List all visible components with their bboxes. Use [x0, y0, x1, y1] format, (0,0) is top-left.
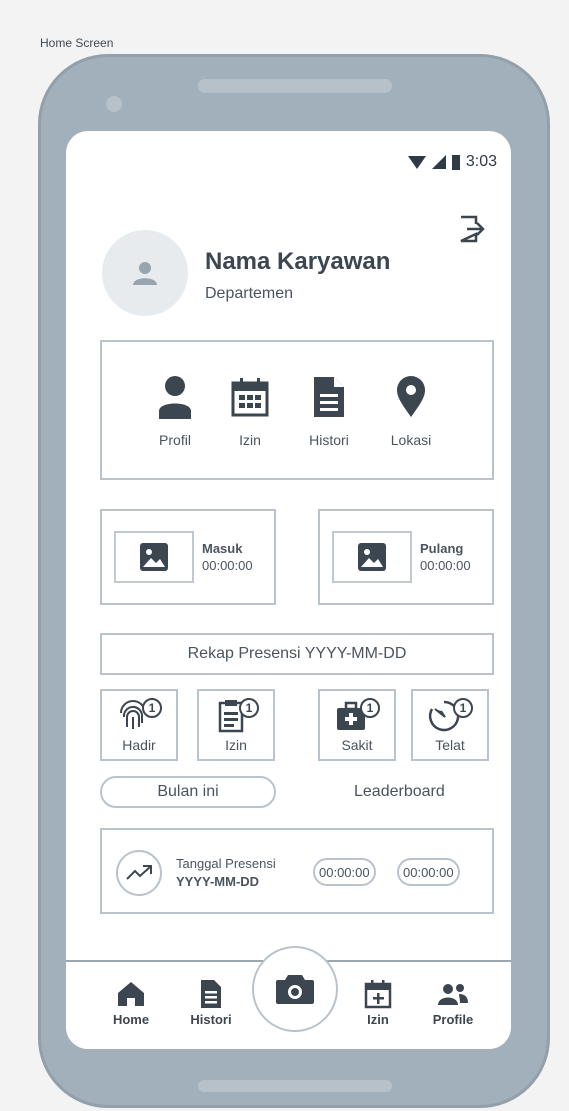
presensi-time-in: 00:00:00 — [313, 858, 376, 886]
front-camera — [106, 96, 122, 112]
wifi-icon — [407, 155, 426, 169]
nav-profile[interactable]: Profile — [418, 976, 488, 1027]
employee-name: Nama Karyawan — [205, 248, 391, 275]
presensi-title: Tanggal Presensi — [176, 856, 276, 871]
location-pin-icon — [397, 376, 425, 417]
masuk-card[interactable]: Masuk 00:00:00 — [100, 509, 276, 605]
nav-label: Histori — [190, 1012, 232, 1027]
nav-label: Home — [112, 1012, 150, 1027]
page-caption: Home Screen — [40, 36, 114, 50]
menu-profil[interactable]: Profil — [140, 372, 210, 448]
presensi-row[interactable]: Tanggal Presensi YYYY-MM-DD 00:00:00 00:… — [100, 828, 494, 914]
count-badge: 1 — [142, 698, 162, 718]
count-badge: 1 — [239, 698, 259, 718]
masuk-label: Masuk — [202, 541, 243, 556]
employee-department: Departemen — [205, 285, 294, 302]
image-icon — [140, 543, 168, 571]
status-bar: 3:03 — [407, 153, 497, 171]
masuk-photo — [114, 531, 194, 583]
pulang-label: Pulang — [420, 541, 464, 556]
app-screen: 3:03 Nama Karyawan Departemen Profil Izi… — [66, 131, 511, 1049]
pulang-photo — [332, 531, 412, 583]
presensi-time-out: 00:00:00 — [397, 858, 460, 886]
quick-menu: Profil Izin Histori Lokasi — [100, 340, 494, 480]
stat-hadir[interactable]: 1 Hadir — [100, 689, 178, 761]
count-badge: 1 — [453, 698, 473, 718]
home-icon — [118, 982, 144, 1006]
pulang-time: 00:00:00 — [420, 558, 471, 573]
pulang-card[interactable]: Pulang 00:00:00 — [318, 509, 494, 605]
nav-histori[interactable]: Histori — [176, 976, 246, 1027]
document-icon — [201, 980, 221, 1008]
person-icon — [159, 376, 191, 419]
calendar-add-icon — [364, 980, 392, 1009]
calendar-icon — [231, 378, 269, 417]
count-badge: 1 — [360, 698, 380, 718]
stat-label: Telat — [435, 737, 465, 753]
menu-histori[interactable]: Histori — [294, 372, 364, 448]
menu-label: Histori — [309, 432, 349, 448]
home-indicator — [198, 1080, 392, 1092]
stat-label: Hadir — [122, 737, 156, 753]
menu-label: Profil — [159, 432, 191, 448]
menu-izin[interactable]: Izin — [215, 372, 285, 448]
nav-label: Izin — [367, 1012, 389, 1027]
user-icon — [133, 262, 157, 285]
status-time: 3:03 — [465, 153, 497, 170]
avatar — [102, 230, 188, 316]
nav-izin[interactable]: Izin — [343, 976, 413, 1027]
stat-izin[interactable]: 1 Izin — [197, 689, 275, 761]
signal-icon — [431, 155, 446, 169]
menu-label: Izin — [239, 432, 261, 448]
tab-leaderboard[interactable]: Leaderboard — [354, 783, 445, 801]
stat-sakit[interactable]: 1 Sakit — [318, 689, 396, 761]
logout-icon[interactable] — [458, 213, 486, 245]
rekap-header: Rekap Presensi YYYY-MM-DD — [100, 633, 494, 675]
masuk-time: 00:00:00 — [202, 558, 253, 573]
stat-telat[interactable]: 1 Telat — [411, 689, 489, 761]
speaker-grille — [198, 79, 392, 93]
camera-icon — [276, 975, 314, 1004]
nav-home[interactable]: Home — [96, 976, 166, 1027]
menu-label: Lokasi — [390, 432, 432, 448]
trending-up-icon — [126, 865, 152, 880]
camera-button[interactable] — [252, 946, 338, 1032]
trend-circle — [116, 850, 162, 896]
nav-label: Profile — [432, 1012, 474, 1027]
tab-bulan-ini[interactable]: Bulan ini — [100, 776, 276, 808]
battery-icon — [451, 154, 460, 170]
menu-lokasi[interactable]: Lokasi — [376, 372, 446, 448]
stat-label: Izin — [225, 737, 247, 753]
image-icon — [358, 543, 386, 571]
people-icon — [438, 984, 468, 1005]
stat-label: Sakit — [341, 737, 373, 753]
presensi-date: YYYY-MM-DD — [176, 874, 260, 889]
document-icon — [314, 377, 344, 417]
